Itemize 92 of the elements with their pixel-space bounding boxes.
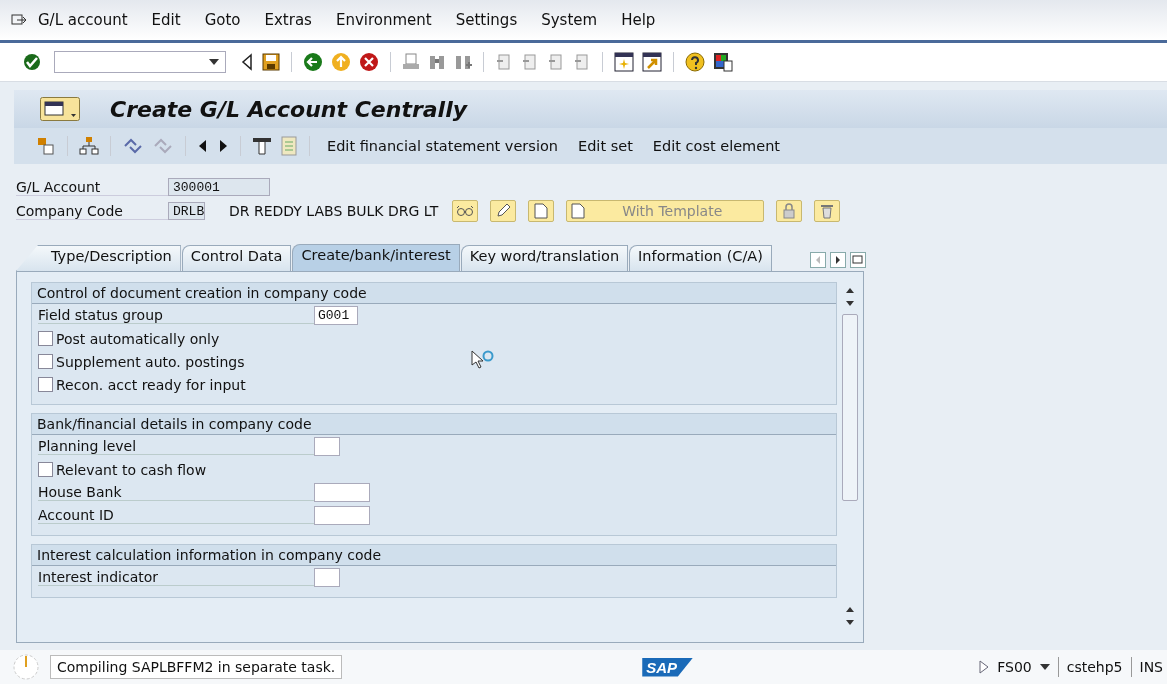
shortcut-icon[interactable] — [642, 52, 662, 72]
cancel-icon[interactable] — [359, 52, 379, 72]
company-code-field[interactable]: DRLB — [168, 202, 205, 220]
dropdown-icon[interactable] — [209, 59, 219, 65]
field-label: House Bank — [38, 484, 314, 501]
toolbar-button[interactable]: Edit set — [572, 136, 639, 156]
group-title: Control of document creation in company code — [32, 283, 836, 304]
page-icon[interactable] — [573, 53, 591, 71]
field-label: Account ID — [38, 507, 314, 524]
page-icon[interactable] — [521, 53, 539, 71]
field-label: Planning level — [38, 438, 314, 455]
tab[interactable]: Control Data — [181, 245, 292, 271]
status-message: Compiling SAPLBFFM2 in separate task. — [50, 655, 343, 679]
lock-button[interactable] — [776, 200, 803, 222]
page-icon[interactable] — [495, 53, 513, 71]
menu-item[interactable]: Environment — [335, 11, 432, 29]
checkbox[interactable] — [38, 331, 53, 346]
tab[interactable]: Information (C/A) — [629, 245, 772, 271]
previous-icon[interactable] — [197, 138, 209, 154]
menu-icon[interactable] — [10, 12, 28, 28]
new-page-button[interactable] — [528, 200, 555, 222]
scroll-up-icon[interactable] — [845, 286, 855, 294]
field-label: Interest indicator — [38, 569, 314, 586]
trash-icon — [820, 203, 835, 219]
hierarchy-icon[interactable] — [36, 136, 56, 156]
server-name: cstehp5 — [1066, 659, 1123, 675]
check-icon[interactable] — [22, 52, 42, 72]
input-mode: INS — [1139, 659, 1163, 675]
group-title: Bank/financial details in company code — [32, 414, 836, 435]
checkbox[interactable] — [38, 462, 53, 477]
tab[interactable]: Key word/translation — [460, 245, 629, 271]
glasses-button[interactable] — [452, 200, 479, 222]
menu-item[interactable]: Extras — [264, 11, 312, 29]
company-name: DR REDDY LABS BULK DRG LT — [229, 203, 439, 219]
glasses-icon — [456, 204, 475, 218]
layout-icon[interactable] — [713, 52, 733, 72]
checkbox[interactable] — [38, 377, 53, 392]
scroll-right-icon[interactable] — [830, 252, 846, 268]
dropdown-icon[interactable] — [1039, 664, 1050, 670]
scroll-down-icon[interactable] — [845, 619, 855, 627]
menu-item[interactable]: Help — [621, 11, 656, 29]
page-icon — [534, 203, 549, 219]
pencil-icon — [495, 203, 512, 219]
page-icon[interactable] — [547, 53, 565, 71]
menu-item[interactable]: System — [541, 11, 598, 29]
page-icon — [571, 203, 586, 219]
lock-icon — [782, 203, 797, 219]
help-icon[interactable] — [685, 52, 705, 72]
transaction-code[interactable]: FS00 — [997, 659, 1032, 675]
binoculars-plus-icon[interactable] — [454, 53, 472, 71]
field-label: Field status group — [38, 307, 314, 324]
input-field[interactable] — [314, 568, 340, 587]
toolbar-button[interactable]: Edit cost element — [646, 136, 787, 156]
menu-button-icon[interactable] — [40, 97, 80, 121]
checkbox-label: Recon. acct ready for input — [56, 376, 246, 393]
back-icon[interactable] — [303, 52, 323, 72]
binoculars-icon[interactable] — [428, 53, 446, 71]
tab[interactable]: Type/Description — [16, 245, 181, 271]
input-field[interactable]: G001 — [314, 306, 358, 325]
sap-logo: SAP — [642, 657, 694, 677]
screen-title: Create G/L Account Centrally — [110, 96, 468, 122]
display-icon[interactable] — [252, 136, 272, 156]
scroll-up-icon[interactable] — [845, 605, 855, 613]
triangle-left-icon[interactable] — [240, 53, 254, 71]
menu-item[interactable]: Goto — [204, 11, 241, 29]
scroll-thumb[interactable] — [842, 314, 858, 501]
input-field[interactable] — [314, 506, 370, 525]
status-indicator-icon — [12, 653, 40, 681]
menu-item[interactable]: G/L account — [38, 11, 128, 29]
checkbox-label: Supplement auto. postings — [56, 353, 245, 370]
next-icon[interactable] — [217, 138, 229, 154]
gl-account-field[interactable]: 300001 — [168, 178, 270, 196]
new-window-icon[interactable] — [614, 52, 634, 72]
play-icon[interactable] — [979, 660, 990, 674]
checkbox-label: Relevant to cash flow — [56, 461, 207, 478]
pencil-button[interactable] — [490, 200, 517, 222]
menu-item[interactable]: Edit — [151, 11, 181, 29]
toolbar-button[interactable]: Edit financial statement version — [321, 136, 564, 156]
tree-icon[interactable] — [79, 136, 99, 156]
checkbox[interactable] — [38, 354, 53, 369]
print-icon[interactable] — [402, 53, 420, 71]
delete-button[interactable] — [814, 200, 841, 222]
tab[interactable]: Create/bank/interest — [292, 244, 460, 271]
input-field[interactable] — [314, 437, 340, 456]
group-title: Interest calculation information in company code — [32, 545, 836, 566]
command-field[interactable] — [54, 51, 226, 73]
checkbox-label: Post automatically only — [56, 330, 220, 347]
link-icon[interactable] — [122, 137, 144, 155]
input-field[interactable] — [314, 483, 370, 502]
menu-item[interactable]: Settings — [455, 11, 518, 29]
save-icon[interactable] — [262, 53, 280, 71]
scroll-down-icon[interactable] — [845, 300, 855, 308]
